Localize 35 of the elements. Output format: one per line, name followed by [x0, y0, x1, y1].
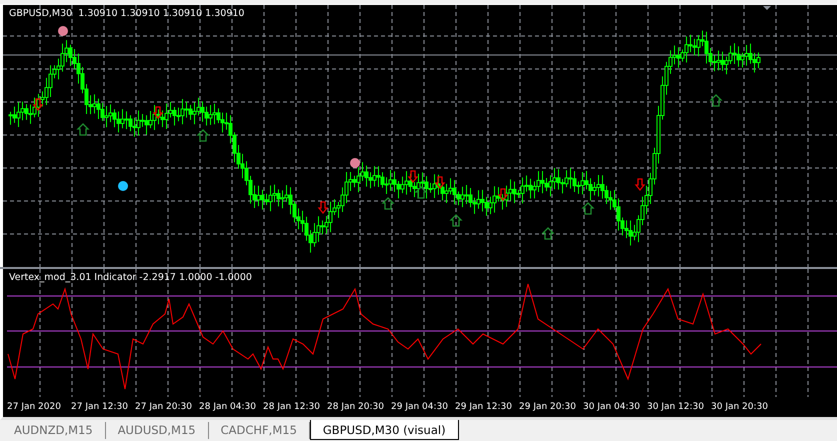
time-axis-label: 30 Jan 20:30	[711, 402, 769, 412]
time-axis-label: 28 Jan 12:30	[263, 402, 321, 412]
up-arrow-icon	[709, 94, 723, 107]
time-axis-label: 28 Jan 04:30	[199, 402, 257, 412]
down-arrow-icon	[498, 188, 508, 202]
down-arrow-icon	[32, 98, 44, 112]
dot-icon	[350, 158, 360, 168]
up-arrow-icon	[196, 129, 210, 142]
time-axis-label: 30 Jan 12:30	[647, 402, 705, 412]
up-arrow-icon	[414, 186, 428, 199]
down-arrow-icon	[152, 106, 164, 120]
down-arrow-icon	[408, 170, 418, 184]
down-arrow-icon	[634, 178, 646, 192]
dot-icon	[58, 26, 68, 36]
indicator-label: Vertex_mod_3.01 Indicator -2.2917 1.0000 -1.0000	[9, 272, 252, 283]
chart-tab[interactable]: AUDNZD,M15	[2, 422, 106, 439]
chart-symbol-label: GBPUSD,M30 1.30910 1.30910 1.30910 1.30910	[9, 8, 244, 19]
dot-icon	[118, 181, 128, 191]
chart-tab[interactable]: AUDUSD,M15	[106, 422, 209, 439]
time-axis-label: 29 Jan 04:30	[391, 402, 449, 412]
time-axis-label: 28 Jan 20:30	[327, 402, 385, 412]
up-arrow-icon	[581, 202, 595, 215]
up-arrow-icon	[381, 197, 395, 210]
time-axis-label: 27 Jan 2020	[7, 402, 62, 412]
time-axis-label: 30 Jan 04:30	[583, 402, 641, 412]
up-arrow-icon	[541, 227, 555, 240]
down-arrow-icon	[318, 201, 328, 214]
up-arrow-icon	[76, 123, 90, 136]
time-axis-label: 29 Jan 12:30	[455, 402, 513, 412]
down-arrow-icon	[434, 176, 446, 190]
chart-tab[interactable]: GBPUSD,M30 (visual)	[310, 420, 459, 440]
time-axis-label: 27 Jan 12:30	[71, 402, 129, 412]
time-axis-label: 29 Jan 20:30	[519, 402, 577, 412]
time-axis-label: 27 Jan 20:30	[135, 402, 193, 412]
up-arrow-icon	[449, 214, 463, 227]
